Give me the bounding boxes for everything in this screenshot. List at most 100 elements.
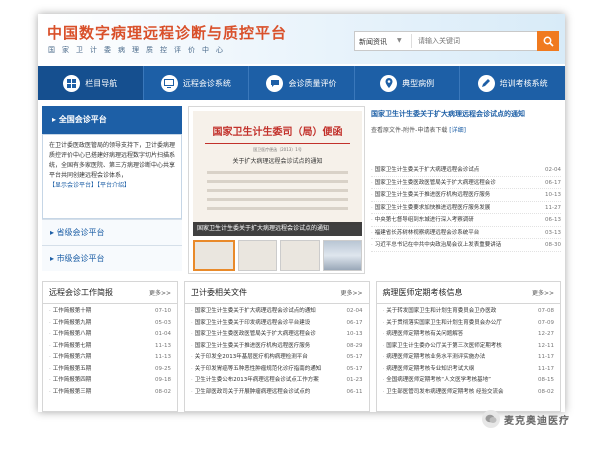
list-item[interactable]: 全国病理医师定期考核“人文医学考核基地”08-15	[383, 375, 554, 387]
nav-label: 培训考核系统	[499, 78, 548, 88]
list-item-title: 国家卫生计生委要求加快推进远程医疗服务发展	[371, 202, 529, 214]
search-category-select[interactable]: 新闻资讯	[359, 37, 387, 47]
list-item[interactable]: 卫生部医管司发布病理医师定期考核 经验交流会08-02	[383, 387, 554, 399]
list-item[interactable]: 国家卫生计生委医政医管局关于扩大病理远程会诊10-13	[191, 329, 363, 341]
slide-thumbnail[interactable]	[280, 240, 320, 271]
list-item[interactable]: 福建省长苏树林视察病理远程会诊系统平台 03-13	[371, 227, 561, 239]
list-item[interactable]: 工作简报第十期07-10	[49, 306, 171, 318]
list-item-date: 09-18	[155, 377, 171, 383]
nav-item-training-exam[interactable]: 培训考核系统	[460, 66, 565, 100]
list-item-title: 病理医师定期考核有关问题解答	[383, 329, 539, 341]
list-item[interactable]: 习近平总书记在中共中央政治局会议上发表重要讲话 08-30	[371, 239, 561, 252]
list-item[interactable]: 工作简报第五期09-25	[49, 364, 171, 376]
list-item-title: 关于贯彻落实国家卫生和计划生育委员会办公厅	[383, 318, 539, 330]
list-item-date: 08-30	[545, 242, 561, 248]
list-item-date: 07-08	[538, 308, 554, 314]
list-item[interactable]: 国家卫生计生委要求加快推进远程医疗服务发展 11-27	[371, 202, 561, 214]
column-title: 卫计委相关文件	[191, 288, 247, 297]
slide-thumbnail[interactable]	[237, 240, 277, 271]
nav-item-typical-cases[interactable]: 典型病例	[355, 66, 461, 100]
list-item-date: 01-23	[346, 377, 363, 383]
list-item-title: 国家卫生计生委关于印发病理远程会诊平台建设	[191, 318, 347, 330]
list-item-date: 10-13	[545, 192, 561, 198]
column-header: 卫计委相关文件 更多>>	[185, 282, 369, 304]
sidebar-item-provincial-platform[interactable]: ▸ 省级会诊平台	[42, 219, 182, 245]
sidebar-description-text: 在卫计委医政医管局的领导支持下，卫计委病理质控评价中心已搭建好病理远程数字切片扫…	[49, 142, 176, 179]
nav-item-quality-evaluation[interactable]: 会诊质量评价	[249, 66, 355, 100]
news-list: 国家卫生计生委关于扩大病理远程会诊试点 02-04 国家卫生计生委医政医管局关于扩…	[371, 164, 561, 252]
column-header: 远程会诊工作简报 更多>>	[43, 282, 177, 304]
list-item[interactable]: 关于贯彻落实国家卫生和计划生育委员会办公厅07-09	[383, 318, 554, 330]
list-item-date: 08-15	[538, 377, 554, 383]
more-link[interactable]: 更多>>	[340, 288, 362, 297]
document-number: 国卫医疗便函〔2013〕1号	[253, 147, 302, 152]
list-item[interactable]: 国家卫生计生委办公厅关于第三次医师定期考核12-11	[383, 341, 554, 353]
list-item[interactable]: 工作简报第四期09-18	[49, 375, 171, 387]
list-item[interactable]: 国家卫生计生委关于扩大病理远程会诊试点 02-04	[371, 164, 561, 177]
chevron-right-icon: ▸	[52, 115, 59, 124]
show-platform-link[interactable]: 【显示会诊平台】	[49, 182, 97, 189]
document-text-line	[207, 189, 348, 192]
slide-thumbnail[interactable]	[322, 240, 362, 271]
bottom-columns: 远程会诊工作简报 更多>> 工作简报第十期07-10 工作简报第九期05-03 …	[42, 281, 561, 412]
sidebar-item-label: 市级会诊平台	[56, 254, 105, 263]
detail-link[interactable]: [详细]	[449, 127, 466, 134]
sidebar-item-city-platform[interactable]: ▸ 市级会诊平台	[42, 245, 182, 271]
list-item-date: 11-17	[538, 354, 554, 360]
list-item[interactable]: 国家卫生计生委关于推进医疗机构远程医疗服务 10-13	[371, 189, 561, 202]
list-item[interactable]: 卫生部医政司关于开展肿瘤病理远程会诊试点的06-11	[191, 387, 363, 399]
more-link[interactable]: 更多>>	[149, 288, 171, 297]
list-item[interactable]: 国家卫生计生委医政医管局关于扩大病理远程会诊 06-17	[371, 177, 561, 189]
search-button[interactable]	[537, 31, 559, 51]
list-item[interactable]: 关于印发全2013年基层医疗机构病理检测平台05-17	[191, 352, 363, 364]
slide-thumbnail[interactable]	[193, 240, 235, 271]
list-item[interactable]: 工作简报第九期05-03	[49, 318, 171, 330]
document-subject: 关于扩大病理远程会诊试点的通知	[232, 158, 323, 165]
nav-label: 典型病例	[402, 78, 435, 88]
chevron-down-icon[interactable]: ▼	[397, 37, 402, 44]
list-item-title: 卫生计生委公布2013年病理远程会诊试点工作方案	[191, 375, 347, 387]
more-link[interactable]: 更多>>	[532, 288, 554, 297]
list-item-date: 06-11	[346, 388, 363, 395]
list-item-title: 国家卫生计生委医政医管局关于扩大病理远程会诊	[191, 329, 347, 341]
list-item[interactable]: 中央第七督导组到东城进行深入考察调研 06-13	[371, 214, 561, 227]
list-item[interactable]: 工作简报第三期08-02	[49, 387, 171, 399]
list-item[interactable]: 关于转发国家卫生和计划生育委员会卫办医政07-08	[383, 306, 554, 318]
list-item[interactable]: 工作简报第八期01-04	[49, 329, 171, 341]
document-divider	[205, 143, 350, 144]
nav-item-column-navigation[interactable]: 栏目导航	[38, 66, 144, 100]
search-input[interactable]	[411, 34, 531, 48]
list-item[interactable]: 国家卫生计生委关于扩大病理远程会诊试点的通知02-04	[191, 306, 363, 318]
column-physician-assessment: 病理医师定期考核信息 更多>> 关于转发国家卫生和计划生育委员会卫办医政07-0…	[375, 281, 561, 412]
list-item-title: 病理医师定期考核专业知识考试大纲	[383, 364, 539, 376]
list-item-title: 习近平总书记在中共中央政治局会议上发表重要讲话	[371, 239, 529, 251]
list-item-title: 工作简报第三期	[49, 387, 155, 399]
list-item[interactable]: 关于印发胃癌等五种恶性肿瘤规范化诊疗指南的通知05-17	[191, 364, 363, 376]
featured-document-image[interactable]: 国家卫生计生委司（局）便函 国卫医疗便函〔2013〕1号 关于扩大病理远程会诊试…	[193, 111, 362, 225]
list-item-title: 病理医师定期考核业务水平测评实施办法	[383, 352, 539, 364]
slide-caption[interactable]: 国家卫生计生委关于扩大病理远程会诊试点的通知	[193, 222, 362, 236]
list-item-date: 12-11	[538, 342, 554, 349]
list-item[interactable]: 病理医师定期考核业务水平测评实施办法11-17	[383, 352, 554, 364]
pin-icon	[380, 74, 398, 92]
headline-title[interactable]: 国家卫生计生委关于扩大病理远程会诊试点的通知	[371, 109, 561, 119]
list-item-date: 05-17	[346, 354, 363, 360]
nav-item-remote-consultation[interactable]: 远程会诊系统	[144, 66, 250, 100]
list-item[interactable]: 工作简报第七期11-13	[49, 341, 171, 353]
main-nav: 栏目导航 远程会诊系统 会诊质量评价 典型病例 培训考核系统	[38, 66, 565, 100]
headline-description: 查看原文件-附件-申请表下载 [详细]	[371, 125, 561, 134]
list-item[interactable]: 卫生计生委公布2013年病理远程会诊试点工作方案01-23	[191, 375, 363, 387]
platform-intro-link[interactable]: 【平台介绍】	[97, 182, 130, 189]
list-item[interactable]: 病理医师定期考核专业知识考试大纲11-17	[383, 364, 554, 376]
document-text-line	[207, 207, 348, 210]
list-item[interactable]: 国家卫生计生委关于推进医疗机构远程医疗服务08-29	[191, 341, 363, 353]
list-item-date: 06-17	[346, 319, 363, 326]
list-item[interactable]: 病理医师定期考核有关问题解答12-27	[383, 329, 554, 341]
list-item-date: 09-25	[155, 365, 171, 372]
column-header: 病理医师定期考核信息 更多>>	[376, 282, 560, 304]
list-item-title: 国家卫生计生委关于推进医疗机构远程医疗服务	[371, 189, 529, 201]
list-item[interactable]: 工作简报第六期11-13	[49, 352, 171, 364]
list-item[interactable]: 国家卫生计生委关于印发病理远程会诊平台建设06-17	[191, 318, 363, 330]
sidebar-item-national-platform[interactable]: ▸ 全国会诊平台	[42, 106, 182, 134]
list-item-title: 全国病理医师定期考核“人文医学考核基地”	[383, 375, 539, 387]
